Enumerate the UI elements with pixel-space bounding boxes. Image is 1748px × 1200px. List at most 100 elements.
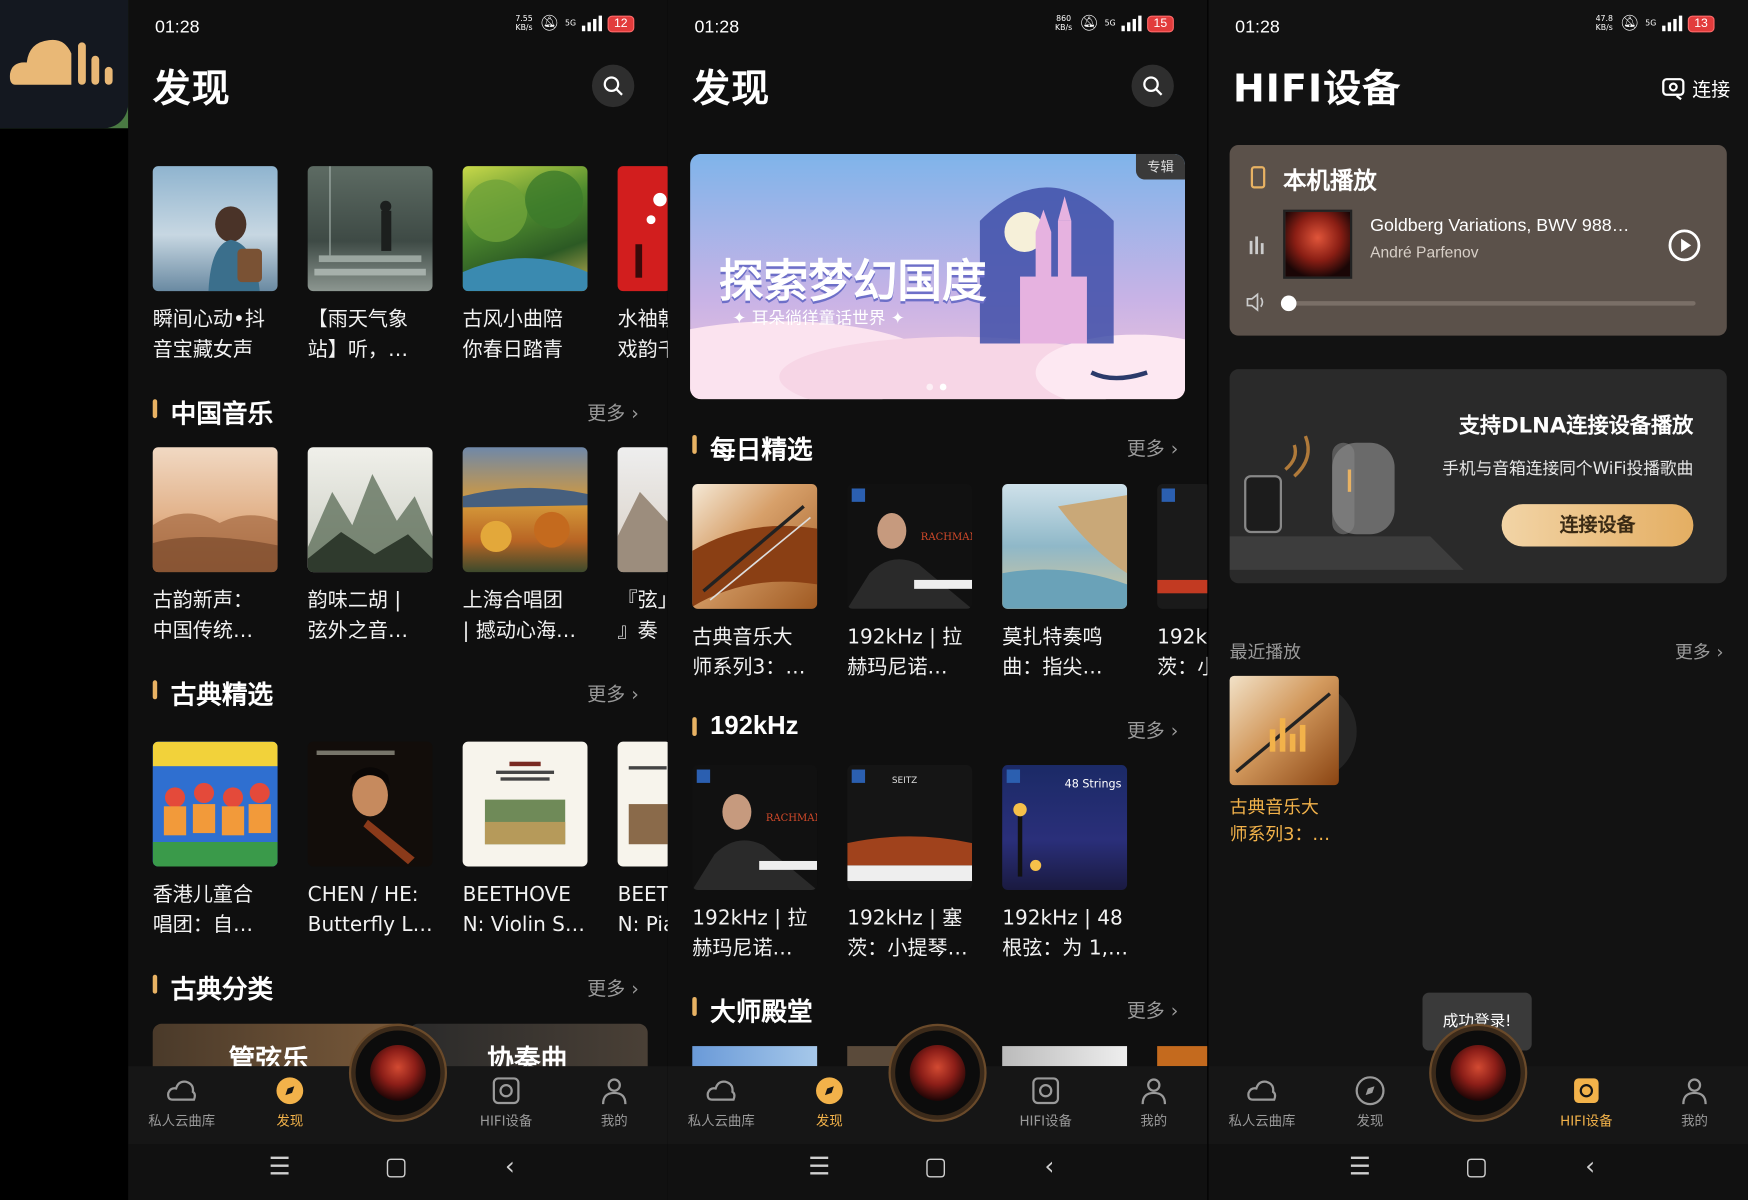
nav-me[interactable]: 我的 xyxy=(1104,1075,1204,1130)
card-title: 香港儿童合 唱团：自… xyxy=(152,883,254,937)
cover-image xyxy=(152,166,278,292)
playlist-card[interactable]: 『弦」 』奏 xyxy=(617,447,668,646)
card-title: 古韵新声： 中国传统… xyxy=(152,588,254,643)
album-card[interactable]: BEET N: Pia xyxy=(617,741,668,941)
playlist-card[interactable]: 古风小曲陪 你春日踏青 xyxy=(462,166,588,365)
menu-icon[interactable]: ☰ xyxy=(269,1153,291,1181)
more-link[interactable]: 更多 › xyxy=(587,397,639,425)
now-playing-disc[interactable] xyxy=(1431,1026,1526,1120)
album-card[interactable]: CHEN / HE: Butterfly L… xyxy=(307,741,433,941)
playlist-card[interactable]: 上海合唱团 | 撼动心海… xyxy=(462,447,588,646)
nav-hifi-devices[interactable]: HIFI设备 xyxy=(456,1075,556,1130)
playlist-card[interactable]: 【雨天气象 站】听，… xyxy=(307,166,433,365)
nav-hifi-devices[interactable]: HIFI设备 xyxy=(1536,1075,1636,1130)
connect-button[interactable]: 连接 xyxy=(1661,74,1730,101)
dlna-subtitle: 手机与音箱连接同个WiFi投播歌曲 xyxy=(1442,458,1694,479)
promo-banner[interactable]: 专辑 探索梦幻国度 ✦ 耳朵徜徉童话世界 ✦ xyxy=(690,153,1186,400)
back-icon[interactable]: ‹ xyxy=(1045,1153,1055,1181)
more-link[interactable]: 更多 › xyxy=(587,678,639,706)
recent-item[interactable] xyxy=(1229,675,1357,788)
playlist-card[interactable]: 古韵新声： 中国传统… xyxy=(152,447,278,646)
search-icon xyxy=(603,76,623,96)
album-card[interactable]: SEITZ 192kHz | 塞 茨：小提琴… xyxy=(847,765,973,964)
section-accent xyxy=(152,680,158,700)
nav-discover[interactable]: 发现 xyxy=(240,1075,340,1130)
volume-knob[interactable] xyxy=(1280,295,1297,312)
dlna-title: 支持DLNA连接设备播放 xyxy=(1458,413,1694,439)
menu-icon[interactable]: ☰ xyxy=(1349,1153,1371,1181)
home-icon[interactable]: ▢ xyxy=(1465,1153,1488,1181)
nav-cloud-library[interactable]: 私人云曲库 xyxy=(671,1075,771,1130)
section-header: 大师殿堂 更多 › xyxy=(692,990,1207,1027)
nav-me[interactable]: 我的 xyxy=(564,1075,664,1130)
nav-cloud-library[interactable]: 私人云曲库 xyxy=(1212,1075,1312,1130)
card-title: BEETHOVE N: Violin S… xyxy=(462,883,585,937)
hifi-devices-screen: 01:28 47.8 KB/s 🔕︎ 5G 13 HIFI设备 连接 本机播放 … xyxy=(1208,0,1748,1200)
playlist-card[interactable]: 瞬间心动•抖 音宝藏女声 xyxy=(152,166,278,365)
playlist-card[interactable]: 水袖朝 戏韵千 xyxy=(617,166,668,365)
more-link[interactable]: 更多 › xyxy=(1127,433,1179,460)
nav-discover[interactable]: 发现 xyxy=(779,1075,879,1130)
net-speed: 860 KB/s xyxy=(1055,14,1073,33)
album-card[interactable]: RACHMANINOV 192kHz | 拉 赫玛尼诺… xyxy=(847,484,973,683)
connect-device-button[interactable]: 连接设备 xyxy=(1501,504,1694,547)
banner-headline: 探索梦幻国度 xyxy=(719,255,987,308)
more-link[interactable]: 更多 › xyxy=(1127,715,1179,742)
section-accent xyxy=(152,399,158,419)
section-title: 中国音乐 xyxy=(170,400,274,430)
album-card[interactable]: 48 Strings 192kHz | 48 根弦：为 1,… xyxy=(1002,765,1128,964)
cast-icon xyxy=(1662,77,1685,100)
status-time: 01:28 xyxy=(1235,17,1280,37)
signal-icon xyxy=(581,15,602,32)
cover-image xyxy=(617,741,668,867)
volume-slider[interactable] xyxy=(1280,295,1696,312)
user-icon xyxy=(1141,1078,1167,1105)
cover-image xyxy=(152,741,278,867)
network-type: 5G xyxy=(1645,18,1657,28)
card-title: 192kHz | 塞 茨：小提琴… xyxy=(847,906,968,961)
section-title: 古典分类 xyxy=(170,975,274,1005)
now-playing-disc[interactable] xyxy=(890,1026,985,1120)
discover-screen-1: 01:28 7.55 KB/s 🔕︎ 5G 12 发现 瞬间心动•抖 音宝藏女声… xyxy=(128,0,668,1200)
card-title: 水袖朝 戏韵千 xyxy=(617,307,668,362)
status-bar: 01:28 860 KB/s 🔕︎ 5G 15 xyxy=(668,0,1208,51)
speaker-icon xyxy=(492,1077,520,1105)
more-link[interactable]: 更多 › xyxy=(587,972,639,1000)
playlist-card[interactable]: 韵味二胡 | 弦外之音… xyxy=(307,447,433,646)
now-playing-disc[interactable] xyxy=(351,1026,445,1120)
search-button[interactable] xyxy=(591,64,635,108)
section-header: 每日精选 更多 › xyxy=(692,428,1207,465)
album-card[interactable] xyxy=(1157,1046,1208,1067)
back-icon[interactable]: ‹ xyxy=(505,1153,515,1181)
volume-icon xyxy=(1246,292,1264,312)
album-card[interactable]: RACHMANINOV 192kHz | 拉 赫玛尼诺… xyxy=(692,765,818,964)
more-link[interactable]: 更多 › xyxy=(1127,995,1179,1022)
more-link[interactable]: 更多 › xyxy=(1675,637,1723,664)
section-header: 古典精选 更多 › xyxy=(152,674,668,710)
album-card[interactable] xyxy=(692,1046,818,1067)
home-icon[interactable]: ▢ xyxy=(385,1153,408,1181)
status-bar: 01:28 47.8 KB/s 🔕︎ 5G 13 xyxy=(1208,0,1748,51)
nav-cloud-library[interactable]: 私人云曲库 xyxy=(132,1075,232,1130)
album-card[interactable] xyxy=(1002,1046,1128,1067)
home-icon[interactable]: ▢ xyxy=(924,1153,947,1181)
nav-discover[interactable]: 发现 xyxy=(1320,1075,1420,1130)
cover-image xyxy=(462,447,588,573)
section-title: 大师殿堂 xyxy=(710,998,813,1028)
nav-me[interactable]: 我的 xyxy=(1644,1075,1744,1130)
system-nav-bar: ☰ ▢ ‹ xyxy=(1208,1144,1748,1200)
card-title: 192kHz | 拉 赫玛尼诺… xyxy=(847,625,963,680)
album-card[interactable]: 莫扎特奏鸣 曲：指尖… xyxy=(1002,484,1128,683)
track-cover xyxy=(1283,209,1353,279)
back-icon[interactable]: ‹ xyxy=(1585,1153,1595,1181)
menu-icon[interactable]: ☰ xyxy=(808,1153,830,1181)
svg-text:RACHMANINOV: RACHMANINOV xyxy=(921,532,972,543)
album-card[interactable]: BEETHOVE N: Violin S… xyxy=(462,741,588,941)
nav-hifi-devices[interactable]: HIFI设备 xyxy=(996,1075,1096,1130)
album-card[interactable]: 香港儿童合 唱团：自… xyxy=(152,741,278,941)
search-button[interactable] xyxy=(1131,64,1174,108)
chinese-music-row: 古韵新声： 中国传统… 韵味二胡 | 弦外之音… 上海合唱团 | 撼动心海… 『… xyxy=(152,447,668,646)
album-card[interactable]: 192kHz 茨：小 xyxy=(1157,484,1208,683)
album-card[interactable]: 古典音乐大 师系列3：… xyxy=(692,484,818,683)
play-button[interactable] xyxy=(1667,228,1703,264)
